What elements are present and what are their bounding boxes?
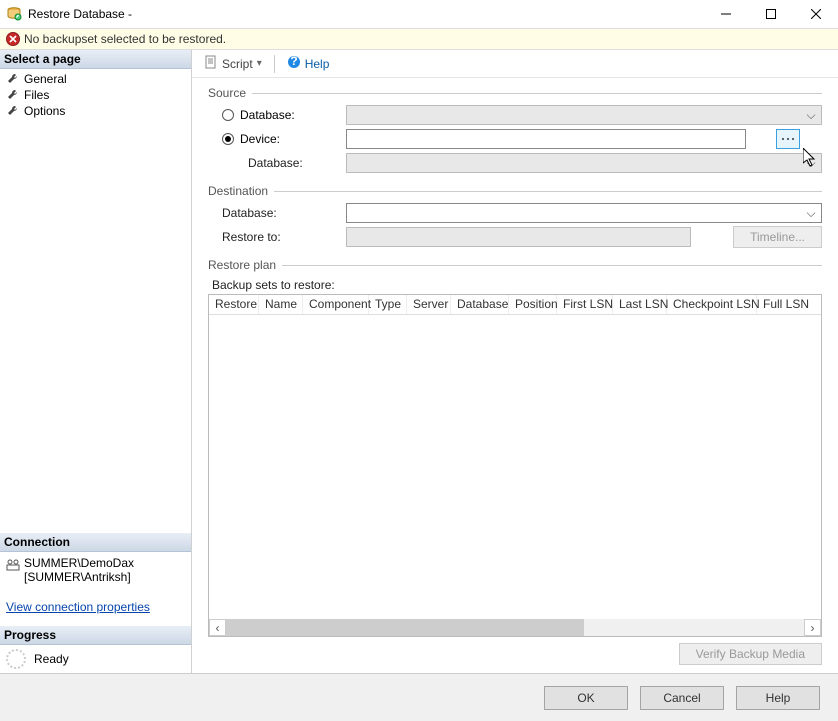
grid-column-header[interactable]: Position	[509, 295, 557, 314]
help-label: Help	[305, 57, 330, 71]
cancel-button[interactable]: Cancel	[640, 686, 724, 710]
scroll-left-button[interactable]: ‹	[209, 619, 226, 636]
minimize-button[interactable]	[703, 0, 748, 28]
page-item-files[interactable]: Files	[0, 87, 191, 103]
warning-bar: No backupset selected to be restored.	[0, 28, 838, 50]
grid-column-header[interactable]: Restore	[209, 295, 259, 314]
source-device-label: Device:	[240, 132, 280, 146]
progress-header: Progress	[0, 626, 191, 645]
destination-restoreto-label: Restore to:	[222, 230, 346, 244]
source-database-label: Database:	[240, 108, 295, 122]
source-sub-database-label: Database:	[248, 156, 346, 170]
warning-text: No backupset selected to be restored.	[24, 32, 226, 46]
page-item-general[interactable]: General	[0, 71, 191, 87]
connection-header: Connection	[0, 533, 191, 552]
app-icon	[6, 6, 22, 22]
horizontal-scrollbar[interactable]: ‹ ›	[209, 619, 821, 636]
script-icon	[204, 55, 218, 72]
script-button[interactable]: Script ▾	[200, 53, 266, 74]
scroll-right-button[interactable]: ›	[804, 619, 821, 636]
backup-sets-grid[interactable]: RestoreNameComponentTypeServerDatabasePo…	[208, 294, 822, 637]
destination-group: Destination Database: ⌵ Restore to: Time…	[208, 184, 822, 250]
content-pane: Script ▾ ? Help Source Database: ⌵	[192, 50, 838, 673]
source-title: Source	[208, 86, 246, 100]
timeline-button: Timeline...	[733, 226, 822, 248]
grid-column-header[interactable]: Full LSN	[757, 295, 803, 314]
radio-icon	[222, 109, 234, 121]
sidebar: Select a page General Files Options Conn…	[0, 50, 192, 673]
help-icon: ?	[287, 55, 301, 72]
chevron-down-icon: ⌵	[803, 156, 819, 170]
window-title: Restore Database -	[28, 7, 703, 21]
grid-column-header[interactable]: Database	[451, 295, 509, 314]
page-item-label: General	[24, 72, 67, 86]
grid-column-header[interactable]: First LSN	[557, 295, 613, 314]
toolbar-separator	[274, 55, 275, 73]
source-group: Source Database: ⌵ Device:	[208, 86, 822, 176]
source-device-input[interactable]	[346, 129, 746, 149]
grid-column-header[interactable]: Last LSN	[613, 295, 667, 314]
radio-icon	[222, 133, 234, 145]
connection-info: SUMMER\DemoDax [SUMMER\Antriksh]	[0, 552, 191, 588]
destination-restoreto-input	[346, 227, 691, 247]
grid-column-header[interactable]: Checkpoint LSN	[667, 295, 757, 314]
wrench-icon	[6, 104, 20, 118]
scroll-thumb[interactable]	[226, 619, 584, 636]
destination-database-combo[interactable]: ⌵	[346, 203, 822, 223]
svg-text:?: ?	[290, 55, 297, 68]
grid-column-header[interactable]: Name	[259, 295, 303, 314]
source-device-radio[interactable]: Device:	[222, 132, 346, 146]
chevron-down-icon: ⌵	[803, 108, 819, 122]
destination-database-label: Database:	[222, 206, 346, 220]
grid-column-header[interactable]: Component	[303, 295, 369, 314]
close-button[interactable]	[793, 0, 838, 28]
script-label: Script	[222, 57, 253, 71]
content-toolbar: Script ▾ ? Help	[192, 50, 838, 78]
device-browse-button[interactable]	[776, 129, 800, 149]
help-button-footer[interactable]: Help	[736, 686, 820, 710]
progress-spinner-icon	[6, 649, 26, 669]
restore-plan-title: Restore plan	[208, 258, 276, 272]
grid-column-header[interactable]: Type	[369, 295, 407, 314]
page-item-options[interactable]: Options	[0, 103, 191, 119]
connection-server: SUMMER\DemoDax	[24, 556, 134, 570]
error-icon	[6, 32, 20, 46]
source-database-radio[interactable]: Database:	[222, 108, 346, 122]
server-icon	[6, 557, 20, 571]
wrench-icon	[6, 88, 20, 102]
backup-sets-label: Backup sets to restore:	[212, 278, 822, 292]
source-database-combo: ⌵	[346, 105, 822, 125]
ok-button[interactable]: OK	[544, 686, 628, 710]
help-button[interactable]: ? Help	[283, 53, 334, 74]
destination-title: Destination	[208, 184, 268, 198]
grid-header-row: RestoreNameComponentTypeServerDatabasePo…	[209, 295, 821, 315]
progress-status-block: Ready	[0, 645, 191, 673]
verify-backup-media-button: Verify Backup Media	[679, 643, 822, 665]
select-page-header: Select a page	[0, 50, 191, 69]
dialog-footer: OK Cancel Help	[0, 673, 838, 721]
connection-user: [SUMMER\Antriksh]	[24, 570, 134, 584]
chevron-down-icon: ▾	[257, 58, 262, 69]
page-item-label: Files	[24, 88, 49, 102]
scroll-track[interactable]	[226, 619, 804, 636]
maximize-button[interactable]	[748, 0, 793, 28]
source-sub-database-combo: ⌵	[346, 153, 822, 173]
window-controls	[703, 0, 838, 28]
title-bar: Restore Database -	[0, 0, 838, 28]
grid-column-header[interactable]: Server	[407, 295, 451, 314]
progress-status-text: Ready	[34, 652, 69, 666]
page-list: General Files Options	[0, 69, 191, 121]
view-connection-properties-link[interactable]: View connection properties	[6, 600, 185, 614]
chevron-down-icon: ⌵	[803, 206, 819, 220]
restore-plan-group: Restore plan Backup sets to restore: Res…	[208, 258, 822, 665]
page-item-label: Options	[24, 104, 65, 118]
wrench-icon	[6, 72, 20, 86]
